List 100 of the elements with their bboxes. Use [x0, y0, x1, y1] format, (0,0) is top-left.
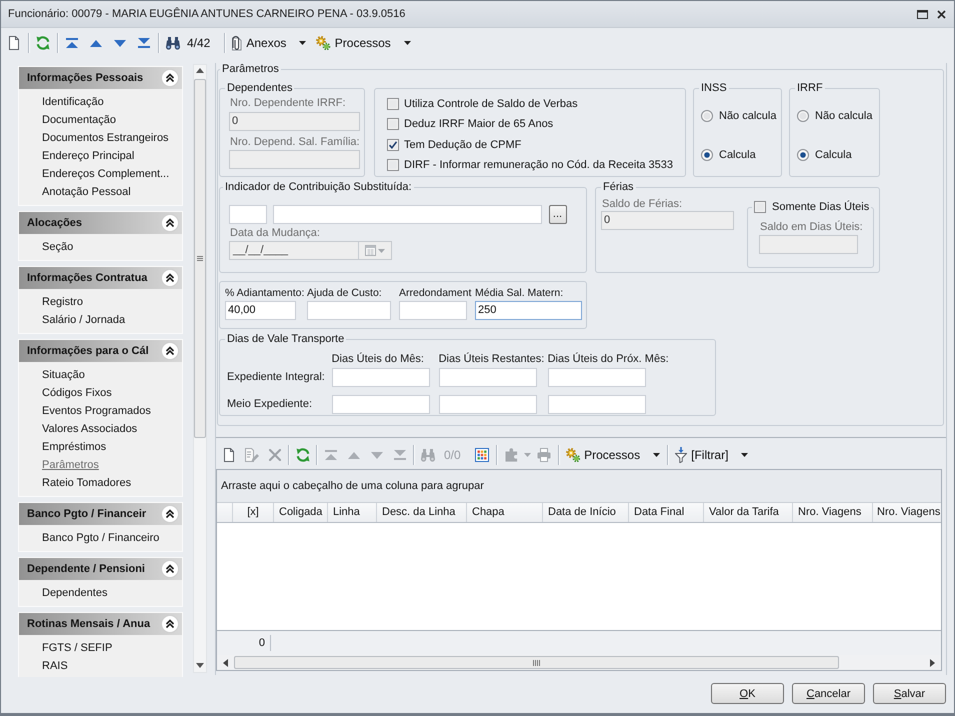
cancel-button[interactable]: Cancelar [792, 683, 865, 704]
move-first-icon[interactable] [66, 38, 78, 48]
sidebar-item[interactable]: Documentos Estrangeiros [42, 129, 169, 147]
collapse-icon[interactable] [161, 560, 179, 578]
sidebar-item[interactable]: Endereços Complement... [42, 165, 170, 183]
caret-icon[interactable] [653, 453, 660, 457]
collapse-icon[interactable] [161, 342, 179, 360]
processes-button[interactable]: Processos [560, 443, 666, 467]
browse-button[interactable]: ... [548, 205, 566, 224]
scroll-down-icon[interactable] [196, 663, 204, 668]
collapse-icon[interactable] [161, 69, 179, 87]
filter-button[interactable]: [Filtrar] [670, 443, 754, 467]
sidebar-item[interactable]: Códigos Fixos [42, 384, 112, 402]
text-field[interactable] [399, 301, 467, 320]
checkbox[interactable] [387, 118, 399, 130]
new-document-icon[interactable] [9, 36, 19, 50]
collapse-icon[interactable] [161, 615, 179, 633]
paperclip-icon[interactable] [232, 36, 242, 50]
sidebar-item[interactable]: Banco Pgto / Financeiro [42, 529, 160, 547]
text-field[interactable] [438, 368, 538, 386]
scrollbar-thumb[interactable] [234, 656, 838, 669]
text-field[interactable]: 40,00 [225, 301, 296, 320]
text-field[interactable] [307, 301, 390, 320]
column-header[interactable]: Chapa [467, 503, 543, 522]
sidebar-item[interactable]: Empréstimos [42, 438, 106, 456]
binoculars-icon[interactable] [166, 36, 180, 50]
column-header[interactable]: Data de Início [543, 503, 629, 522]
sidebar-item[interactable]: Registro [42, 293, 83, 311]
sidebar-group-header[interactable]: Informações Contratua [19, 267, 182, 289]
column-header[interactable]: Coligada [274, 503, 328, 522]
sidebar-item[interactable]: FGTS / SEFIP [42, 639, 112, 657]
save-button[interactable]: Salvar [873, 683, 946, 704]
caret-icon[interactable] [741, 453, 748, 457]
column-header[interactable]: Valor da Tarifa [704, 503, 793, 522]
sidebar-item[interactable]: Seção [42, 238, 74, 256]
grid-icon[interactable] [475, 448, 490, 462]
column-header[interactable]: Nro. Viagens [793, 503, 873, 522]
sidebar-item[interactable]: Endereço Principal [42, 147, 134, 165]
collapse-icon[interactable] [161, 214, 179, 232]
sidebar-item[interactable]: RAIS [42, 657, 68, 675]
column-header[interactable]: Desc. da Linha [377, 503, 467, 522]
move-up-icon[interactable] [90, 40, 102, 46]
maximize-icon[interactable] [917, 10, 928, 18]
scrollbar-thumb[interactable] [194, 79, 206, 438]
radio-button[interactable] [701, 110, 713, 122]
caret-icon[interactable] [299, 41, 306, 45]
radio-button[interactable] [797, 149, 809, 161]
checkbox[interactable] [387, 138, 399, 151]
sidebar-group-header[interactable]: Dependente / Pensioni [19, 558, 182, 580]
column-header[interactable]: Data Final [629, 503, 704, 522]
caret-icon[interactable] [404, 41, 411, 45]
scroll-right-icon[interactable] [930, 658, 935, 666]
processes-button[interactable]: Processos [311, 31, 416, 55]
scroll-left-icon[interactable] [222, 658, 228, 666]
sidebar-group-header[interactable]: Informações para o Cál [19, 340, 182, 362]
new-document-icon[interactable] [224, 448, 234, 462]
column-header[interactable]: Linha [328, 503, 377, 522]
gears-icon[interactable] [316, 36, 331, 50]
text-field[interactable] [229, 205, 267, 224]
text-field[interactable]: 250 [475, 301, 582, 320]
sidebar-group-header[interactable]: Banco Pgto / Financeir [19, 503, 182, 525]
sidebar-item[interactable]: Eventos Programados [42, 402, 151, 420]
move-last-icon[interactable] [138, 38, 150, 48]
sidebar-item[interactable]: Valores Associados [42, 420, 138, 438]
refresh-icon[interactable] [36, 36, 50, 50]
text-field[interactable] [332, 368, 430, 386]
filter-icon[interactable] [675, 447, 688, 463]
collapse-icon[interactable] [161, 505, 179, 523]
sidebar-item[interactable]: Salário / Jornada [42, 311, 126, 329]
collapse-icon[interactable] [161, 269, 179, 287]
sidebar-group-header[interactable]: Rotinas Mensais / Anua [19, 613, 182, 635]
text-field[interactable] [548, 395, 646, 414]
gears-icon[interactable] [566, 448, 580, 462]
scroll-up-icon[interactable] [196, 68, 204, 73]
sidebar-item[interactable]: Situação [42, 366, 85, 384]
refresh-icon[interactable] [296, 448, 310, 462]
checkbox[interactable] [754, 201, 766, 213]
checkbox[interactable] [387, 98, 399, 110]
sidebar-group-header[interactable]: Informações Pessoais [19, 67, 182, 89]
text-field[interactable] [438, 395, 538, 414]
ok-button[interactable]: OK [711, 683, 784, 704]
text-field[interactable] [548, 368, 646, 386]
sidebar-item[interactable]: Dependentes [42, 584, 108, 602]
checkbox[interactable] [387, 159, 399, 172]
radio-button[interactable] [701, 149, 713, 161]
close-icon[interactable] [937, 10, 946, 18]
sidebar-item[interactable]: Identificação [42, 93, 104, 111]
text-field[interactable] [332, 395, 430, 414]
sidebar-item[interactable]: Parâmetros [42, 456, 99, 474]
sidebar-item[interactable]: Anotação Pessoal [42, 183, 131, 201]
record-counter: 4/42 [187, 35, 210, 51]
attachments-button[interactable]: Anexos [227, 31, 312, 55]
radio-button[interactable] [797, 110, 809, 122]
sidebar-group-header[interactable]: Alocações [19, 212, 182, 234]
column-header[interactable]: [x] [233, 503, 274, 522]
text-field[interactable] [273, 205, 542, 224]
sidebar-item[interactable]: Documentação [42, 111, 116, 129]
move-down-icon[interactable] [114, 40, 126, 46]
sidebar-item[interactable]: Rateio Tomadores [42, 474, 132, 492]
column-header[interactable]: Nro. Viagens [873, 503, 942, 522]
